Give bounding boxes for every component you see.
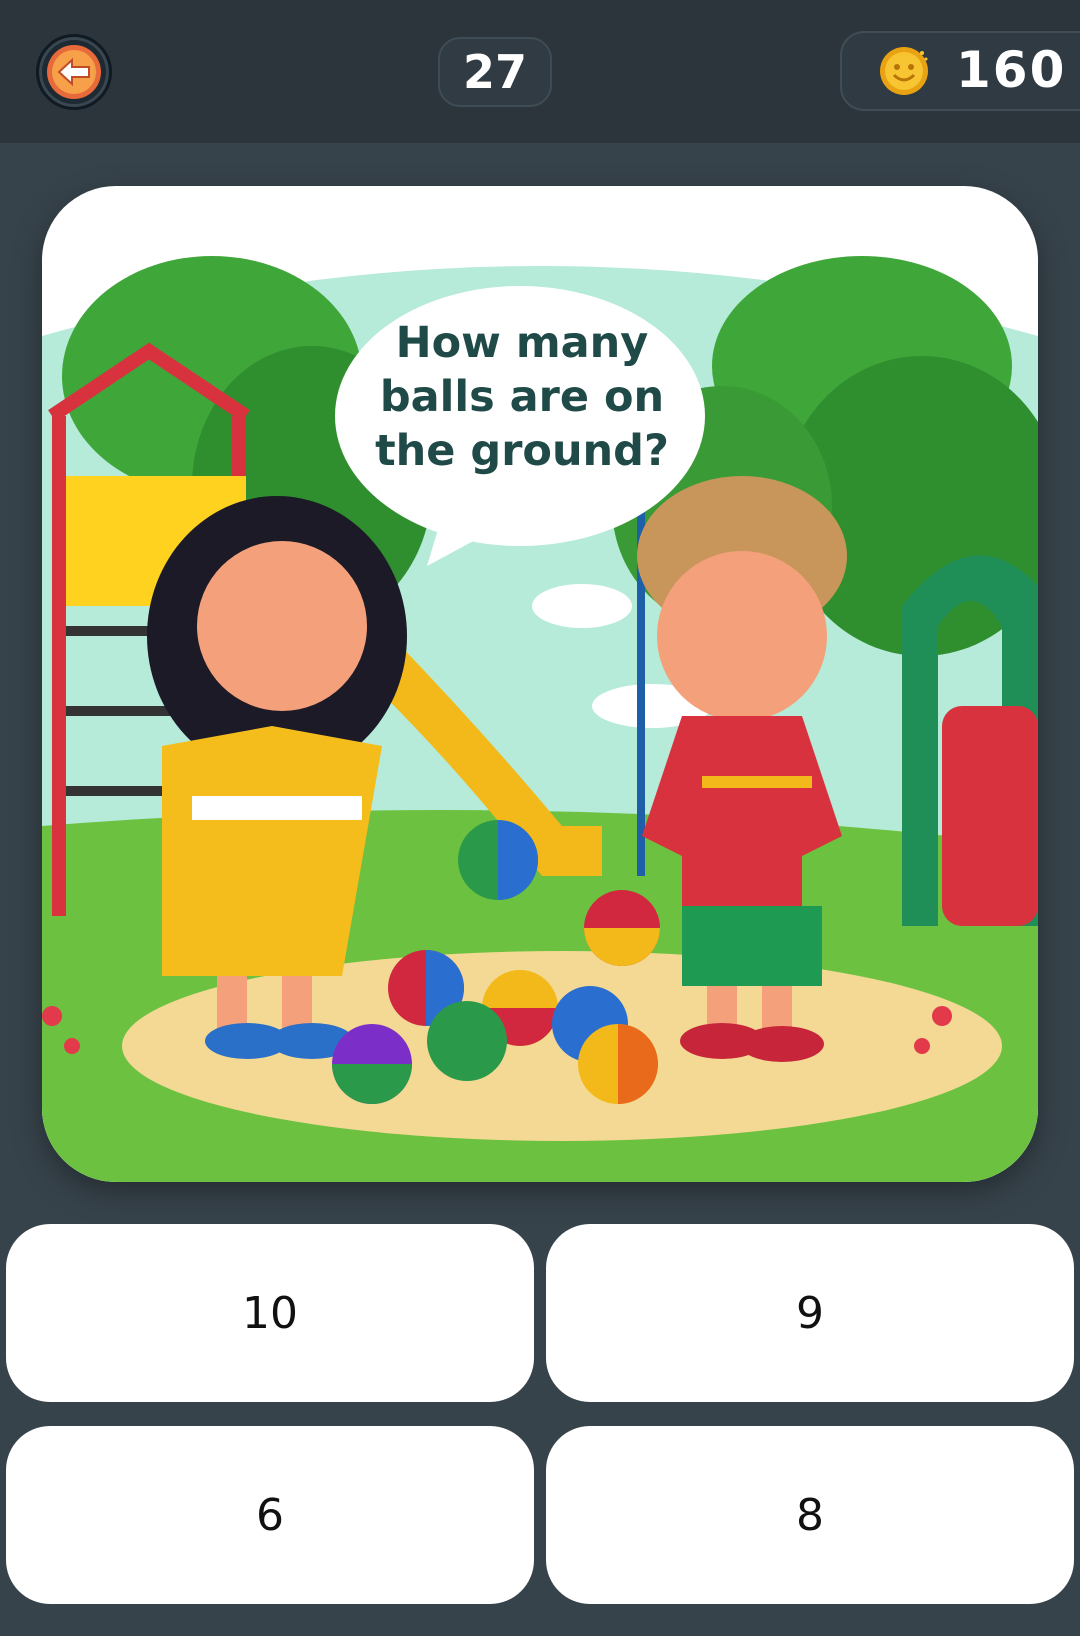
answer-button-4[interactable]: 8: [546, 1426, 1074, 1604]
answer-label: 8: [796, 1489, 824, 1541]
coin-count: 160: [956, 41, 1067, 99]
answer-label: 9: [796, 1287, 824, 1339]
answer-label: 10: [242, 1287, 298, 1339]
back-arrow-icon: [47, 45, 101, 99]
coin-balance: 160: [840, 31, 1080, 111]
smiley-coin-icon: [880, 47, 928, 95]
level-number: 27: [462, 45, 527, 99]
answer-button-3[interactable]: 6: [6, 1426, 534, 1604]
back-button[interactable]: [36, 34, 112, 110]
level-counter: 27: [438, 37, 552, 107]
answer-button-1[interactable]: 10: [6, 1224, 534, 1402]
question-text: How many balls are on the ground?: [375, 318, 669, 476]
top-bar: 27 160: [0, 0, 1080, 143]
answer-label: 6: [256, 1489, 284, 1541]
question-image-card: How many balls are on the ground?: [42, 186, 1038, 1182]
answer-button-2[interactable]: 9: [546, 1224, 1074, 1402]
